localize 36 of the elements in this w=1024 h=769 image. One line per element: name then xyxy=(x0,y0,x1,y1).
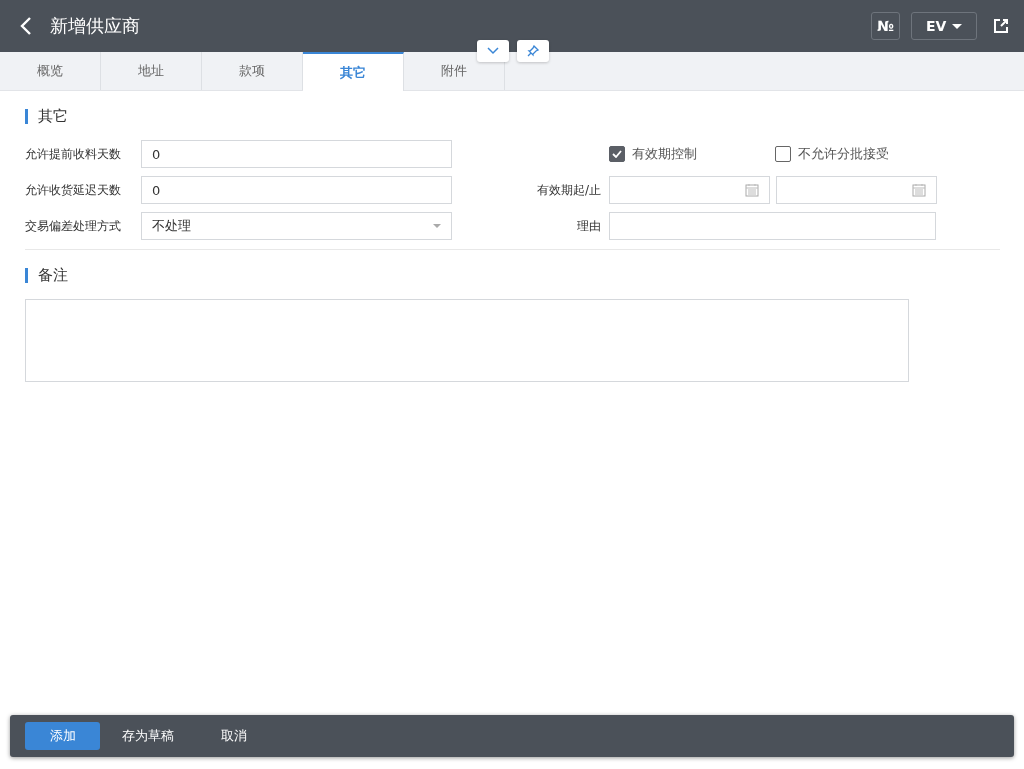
language-dropdown[interactable]: EV xyxy=(911,12,977,40)
select-field[interactable]: 不处理 xyxy=(141,212,452,240)
checkbox[interactable]: 不允许分批接受 xyxy=(775,145,941,163)
calendar-icon xyxy=(912,183,926,197)
page-title: 新增供应商 xyxy=(50,14,140,38)
tab[interactable]: 概览 xyxy=(0,52,101,90)
action-button[interactable]: 添加 xyxy=(25,722,100,750)
action-button[interactable]: 存为草稿 xyxy=(110,722,186,750)
number-button[interactable]: № xyxy=(871,12,900,40)
date-field[interactable] xyxy=(609,176,770,204)
field-label: 允许提前收料天数 xyxy=(25,145,122,163)
field-label: 有效期起/止 xyxy=(535,181,601,199)
tab[interactable]: 地址 xyxy=(101,52,202,90)
notes-textarea[interactable] xyxy=(25,299,909,382)
date-field[interactable] xyxy=(776,176,937,204)
input-field[interactable] xyxy=(609,212,936,240)
field-label: 理由 xyxy=(576,217,601,235)
back-icon[interactable] xyxy=(20,16,32,36)
action-button[interactable]: 取消 xyxy=(196,722,271,750)
input-field[interactable]: 0 xyxy=(141,176,452,204)
section-title: 备注 xyxy=(25,268,1000,283)
checkbox[interactable]: 有效期控制 xyxy=(609,145,775,163)
calendar-icon xyxy=(745,183,759,197)
collapse-button[interactable] xyxy=(477,40,509,62)
pin-button[interactable] xyxy=(517,40,549,62)
chevron-down-icon xyxy=(487,47,499,55)
caret-icon xyxy=(952,23,963,29)
check-icon xyxy=(612,150,622,158)
input-field[interactable]: 0 xyxy=(141,140,452,168)
pin-icon xyxy=(527,45,539,57)
section-title: 其它 xyxy=(25,109,1000,124)
tab[interactable]: 其它 xyxy=(303,52,404,91)
caret-icon xyxy=(433,224,441,228)
share-icon[interactable] xyxy=(992,17,1010,35)
field-label: 交易偏差处理方式 xyxy=(25,217,122,235)
field-label: 允许收货延迟天数 xyxy=(25,181,122,199)
